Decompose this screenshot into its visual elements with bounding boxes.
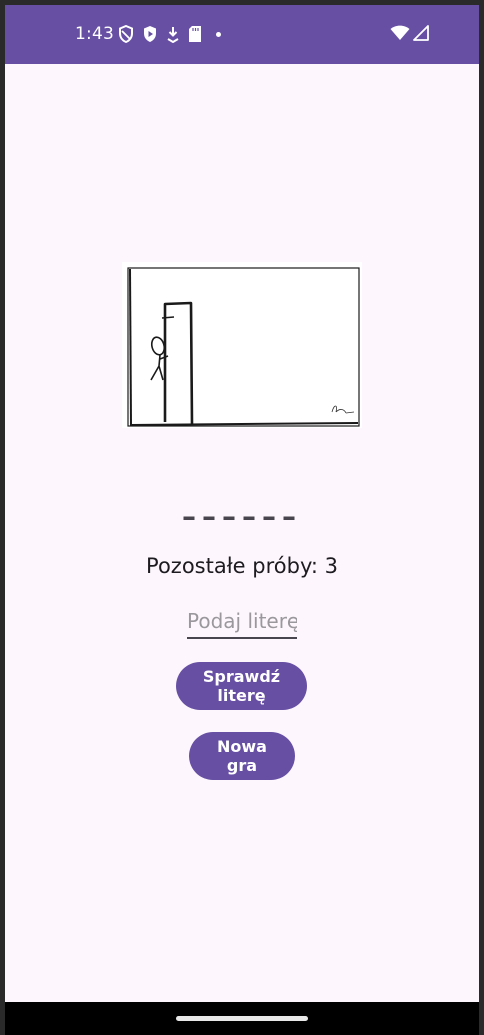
navigation-bar <box>5 1002 479 1035</box>
app-screen: 1:43 –––––– Pozostałe próby: 3 Podaj lit… <box>5 5 479 1035</box>
shield-icon <box>119 25 133 43</box>
status-icons-left <box>118 24 221 44</box>
status-bar: 1:43 <box>5 5 479 64</box>
word-mask: –––––– <box>182 500 302 533</box>
status-icons-right <box>390 25 429 41</box>
letter-input[interactable] <box>187 605 297 639</box>
wifi-icon <box>390 25 410 40</box>
new-game-button[interactable]: Nowa gra <box>189 732 295 780</box>
sd-card-icon <box>189 26 201 42</box>
notification-dot-icon <box>216 31 221 37</box>
remaining-attempts: Pozostałe próby: 3 <box>146 554 338 578</box>
download-icon <box>167 27 179 43</box>
signal-icon <box>413 25 429 41</box>
status-time: 1:43 <box>75 24 114 44</box>
hangman-image <box>122 262 362 428</box>
check-letter-button[interactable]: Sprawdź literę <box>176 662 307 710</box>
home-gesture-handle[interactable] <box>176 1016 308 1021</box>
play-protect-icon <box>144 26 156 42</box>
